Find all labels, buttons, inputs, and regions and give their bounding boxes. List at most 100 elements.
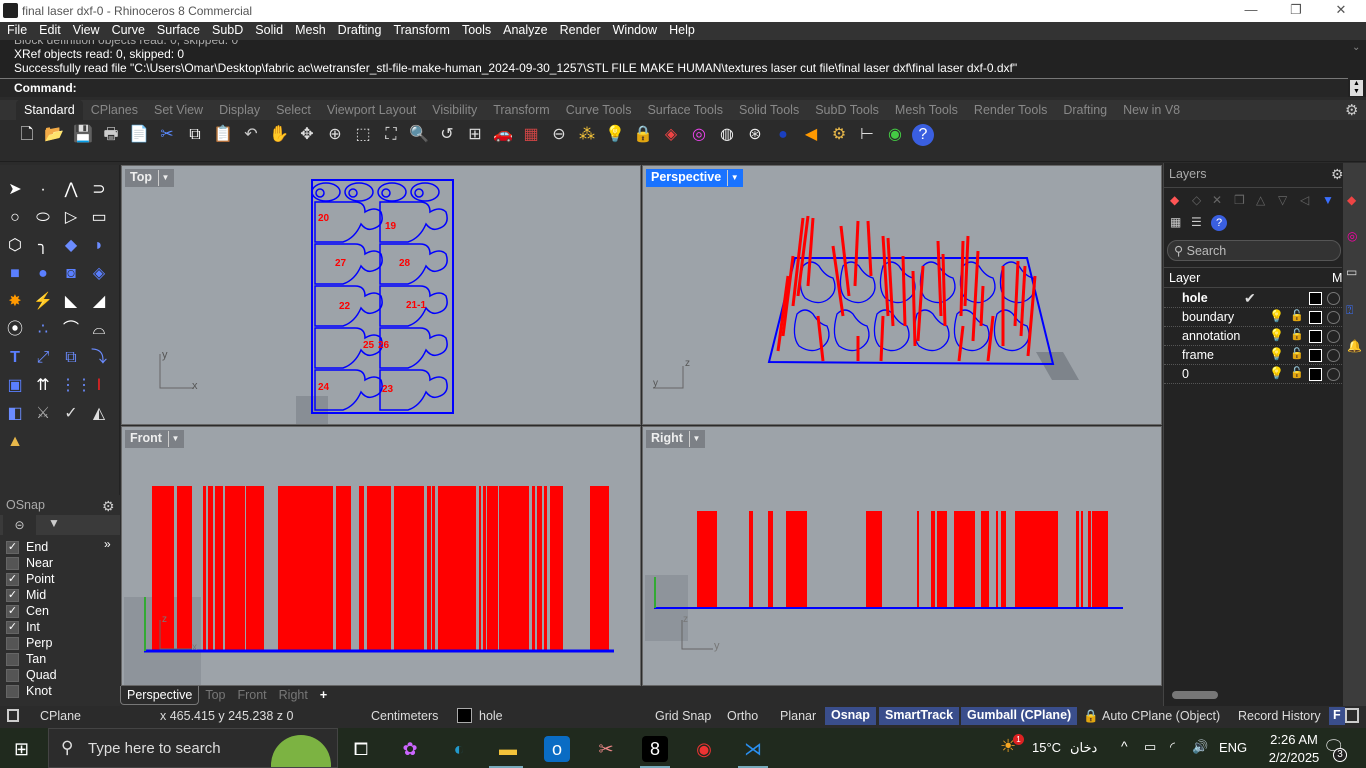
tab-standard[interactable]: Standard: [16, 100, 83, 120]
zoom-window-icon[interactable]: ⬚: [352, 124, 374, 146]
menu-transform[interactable]: Transform: [386, 22, 455, 37]
cut-icon[interactable]: ✂: [156, 124, 178, 146]
layer-row[interactable]: 0 💡 🔓: [1164, 365, 1342, 384]
taskbar-search[interactable]: ⚲ Type here to search: [48, 728, 338, 768]
filter-icon[interactable]: ▼: [1322, 193, 1334, 207]
viewport-tab-front[interactable]: Front: [231, 686, 272, 704]
menu-subd[interactable]: SubD: [205, 22, 248, 37]
osnap-cen[interactable]: ✓ Cen: [6, 604, 49, 620]
viewport-top[interactable]: Top ▼ 20 19 27 28 22 21-1 25 26 24 23 y x: [121, 165, 641, 425]
menu-view[interactable]: View: [66, 22, 105, 37]
scroll-up-button[interactable]: ▲: [1350, 80, 1363, 88]
layer-name[interactable]: 0: [1182, 367, 1189, 381]
tab-solid-tools[interactable]: Solid Tools: [731, 100, 807, 120]
smarttrack-toggle[interactable]: SmartTrack: [879, 707, 960, 725]
outlook-icon[interactable]: o: [544, 736, 570, 762]
car-shaded-icon[interactable]: 🚗: [492, 124, 514, 146]
surface-patch-icon[interactable]: ◆: [60, 235, 82, 257]
layer-name[interactable]: hole: [1182, 291, 1208, 305]
split-line-icon[interactable]: Ⅰ: [88, 375, 110, 397]
list-icon[interactable]: ☰: [1191, 215, 1202, 229]
menu-curve[interactable]: Curve: [105, 22, 150, 37]
layer-name[interactable]: annotation: [1182, 329, 1240, 343]
rotate-view-icon[interactable]: ✥: [296, 124, 318, 146]
cylinder-icon[interactable]: ◙: [60, 263, 82, 285]
unlock-icon[interactable]: 🔓: [1290, 309, 1304, 322]
layer-row[interactable]: hole ✔: [1164, 289, 1342, 308]
grid-sphere-icon[interactable]: ⊛: [744, 124, 766, 146]
copy-icon[interactable]: ⧉: [184, 124, 206, 146]
menu-solid[interactable]: Solid: [248, 22, 288, 37]
cplane-indicator[interactable]: CPlane: [40, 709, 81, 723]
lock-icon[interactable]: 🔒: [1083, 709, 1099, 724]
notifications-bell-icon[interactable]: 🔔: [1347, 339, 1362, 353]
tab-curve-tools[interactable]: Curve Tools: [558, 100, 640, 120]
sweep-icon[interactable]: ◗: [88, 235, 110, 257]
tab-mesh-tools[interactable]: Mesh Tools: [887, 100, 966, 120]
fillet-icon[interactable]: ╮: [32, 235, 54, 257]
clock-date[interactable]: 2/2/2025: [1264, 750, 1324, 765]
arc-icon[interactable]: ▷: [60, 207, 82, 229]
layer-color-swatch[interactable]: [1309, 349, 1322, 362]
chevron-up-icon[interactable]: ^: [1121, 738, 1128, 754]
panel-toggle-icon[interactable]: [7, 709, 19, 722]
osnap-perp[interactable]: Perp: [6, 636, 52, 652]
undo-icon[interactable]: ↶: [240, 124, 262, 146]
layer-icon[interactable]: ◈: [660, 124, 682, 146]
shaded-sphere-icon[interactable]: ◍: [716, 124, 738, 146]
material-circle-icon[interactable]: [1327, 330, 1340, 343]
solid-box-icon[interactable]: ▣: [4, 375, 26, 397]
layer-name[interactable]: frame: [1182, 348, 1214, 362]
material-circle-icon[interactable]: [1327, 349, 1340, 362]
menu-analyze[interactable]: Analyze: [496, 22, 552, 37]
checkbox[interactable]: ✓: [6, 573, 19, 587]
rendered-sphere-icon[interactable]: ●: [772, 124, 794, 146]
help-panel-icon[interactable]: ⍰: [1346, 303, 1353, 318]
windows-start-icon[interactable]: ⊞: [14, 739, 29, 760]
tab-viewport-layout[interactable]: Viewport Layout: [319, 100, 424, 120]
menu-surface[interactable]: Surface: [150, 22, 205, 37]
checkbox[interactable]: ✓: [6, 605, 19, 619]
polyline-icon[interactable]: ⋀: [60, 179, 82, 201]
grid-icon[interactable]: ▦: [1170, 215, 1181, 229]
tab-select[interactable]: Select: [268, 100, 319, 120]
move-up-icon[interactable]: △: [1256, 193, 1265, 207]
layer-panel-icon[interactable]: ◆: [1347, 193, 1356, 207]
layer-color-swatch[interactable]: [1309, 292, 1322, 305]
volume-icon[interactable]: 🔊: [1192, 739, 1208, 755]
checkbox[interactable]: [6, 653, 19, 667]
checkbox[interactable]: [6, 637, 19, 651]
grid-snap-toggle[interactable]: Grid Snap: [655, 709, 711, 723]
osnap-end[interactable]: ✓ End: [6, 540, 48, 556]
help-icon[interactable]: ?: [1211, 215, 1227, 231]
import-icon[interactable]: 📄: [128, 124, 150, 146]
gear-icon[interactable]: ⚙: [1331, 166, 1344, 183]
explode-icon[interactable]: ✸: [4, 291, 26, 313]
copilot-icon[interactable]: ✿: [397, 736, 423, 762]
pan-hand-icon[interactable]: ✋: [268, 124, 290, 146]
filter-toggle[interactable]: F: [1329, 707, 1345, 725]
zoom-selected-icon[interactable]: 🔍: [408, 124, 430, 146]
gear-icon[interactable]: ⚙: [102, 498, 115, 515]
checkbox[interactable]: ✓: [6, 541, 19, 555]
menu-window[interactable]: Window: [606, 22, 662, 37]
osnap-knot[interactable]: Knot: [6, 684, 52, 700]
osnap-mid[interactable]: ✓ Mid: [6, 588, 46, 604]
group-icon[interactable]: ⦿: [4, 319, 26, 341]
new-layer-icon[interactable]: ◆: [1170, 193, 1179, 207]
layer-row[interactable]: annotation 💡 🔓: [1164, 327, 1342, 346]
move-left-icon[interactable]: ◁: [1300, 193, 1309, 207]
rotate-icon[interactable]: ⤵: [88, 347, 110, 369]
snipping-tool-icon[interactable]: ✂: [593, 736, 619, 762]
close-button[interactable]: ✕: [1318, 2, 1364, 20]
lock-icon[interactable]: 🔒: [632, 124, 654, 146]
current-layer[interactable]: hole: [479, 709, 503, 723]
box-icon[interactable]: ■: [4, 263, 26, 285]
tab-set-view[interactable]: Set View: [146, 100, 211, 120]
split-icon[interactable]: ◢: [88, 291, 110, 313]
point-icon[interactable]: ·: [32, 179, 54, 201]
gumball-toggle[interactable]: Gumball (CPlane): [961, 707, 1078, 725]
current-layer-check-icon[interactable]: ✔: [1244, 290, 1256, 307]
menu-tools[interactable]: Tools: [455, 22, 496, 37]
task-view-icon[interactable]: ⧠: [348, 736, 374, 762]
